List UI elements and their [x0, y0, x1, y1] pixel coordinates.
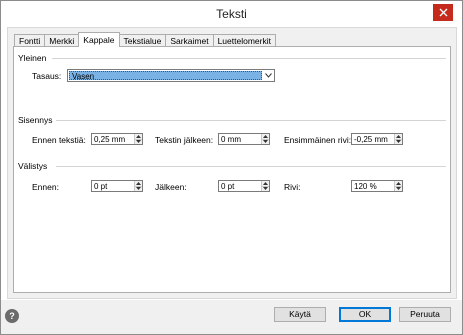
paragraph-panel: Yleinen Tasaus: Vasen Sisennys Ennen tek… [13, 46, 451, 293]
dialog-footer: ? Käytä OK Peruuta [1, 300, 462, 334]
chevron-up-icon [396, 134, 401, 138]
decrement-button[interactable] [394, 185, 402, 191]
spacing-after-value: 0 pt [221, 182, 235, 191]
chevron-down-icon [136, 140, 141, 144]
cancel-button[interactable]: Peruuta [399, 307, 451, 322]
decrement-button[interactable] [394, 138, 402, 144]
before-text-value: 0,25 mm [94, 135, 126, 144]
title-bar: Teksti [1, 1, 462, 27]
decrement-button[interactable] [261, 185, 269, 191]
first-line-value: -0,25 mm [354, 135, 388, 144]
after-text-label: Tekstin jälkeen: [155, 135, 214, 145]
dialog-body: Fontti Merkki Kappale Tekstialue Sarkaim… [7, 27, 457, 299]
window-title: Teksti [216, 7, 247, 21]
alignment-select-value: Vasen [69, 71, 262, 81]
decrement-button[interactable] [134, 138, 142, 144]
chevron-up-icon [263, 134, 268, 138]
first-line-spinner[interactable]: -0,25 mm [351, 133, 403, 145]
chevron-down-icon [263, 140, 268, 144]
chevron-down-icon [263, 187, 268, 191]
after-text-value: 0 mm [221, 135, 241, 144]
after-text-spinner[interactable]: 0 mm [218, 133, 270, 145]
help-icon[interactable]: ? [5, 309, 19, 323]
alignment-select[interactable]: Vasen [67, 69, 275, 82]
spacing-before-spinner[interactable]: 0 pt [91, 180, 143, 192]
chevron-up-icon [263, 181, 268, 185]
general-divider [52, 58, 446, 59]
chevron-up-icon [136, 181, 141, 185]
spacing-before-label: Ennen: [32, 182, 59, 192]
indentation-heading: Sisennys [18, 115, 53, 125]
ok-button[interactable]: OK [339, 307, 391, 322]
chevron-up-icon [396, 181, 401, 185]
chevron-up-icon [136, 134, 141, 138]
line-spacing-label: Rivi: [284, 182, 301, 192]
indentation-divider [56, 120, 446, 121]
spacing-divider [56, 166, 446, 167]
close-button[interactable] [433, 4, 453, 21]
chevron-down-icon [136, 187, 141, 191]
spacing-after-spinner[interactable]: 0 pt [218, 180, 270, 192]
spacing-after-label: Jälkeen: [155, 182, 187, 192]
tab-strip: Fontti Merkki Kappale Tekstialue Sarkaim… [14, 32, 276, 47]
chevron-down-icon [396, 187, 401, 191]
text-dialog-window: Teksti Fontti Merkki Kappale Tekstialue … [0, 0, 463, 335]
before-text-label: Ennen tekstiä: [32, 135, 86, 145]
spacing-heading: Välistys [18, 161, 48, 171]
line-spacing-spinner[interactable]: 120 % [351, 180, 403, 192]
first-line-label: Ensimmäinen rivi: [284, 135, 352, 145]
decrement-button[interactable] [261, 138, 269, 144]
before-text-spinner[interactable]: 0,25 mm [91, 133, 143, 145]
spacing-before-value: 0 pt [94, 182, 108, 191]
alignment-label: Tasaus: [32, 71, 62, 81]
apply-button[interactable]: Käytä [274, 307, 326, 322]
close-icon [439, 8, 447, 17]
chevron-down-icon[interactable] [263, 70, 274, 81]
chevron-down-icon [396, 140, 401, 144]
decrement-button[interactable] [134, 185, 142, 191]
tab-kappale[interactable]: Kappale [78, 32, 120, 47]
line-spacing-value: 120 % [354, 182, 377, 191]
general-heading: Yleinen [18, 53, 47, 63]
